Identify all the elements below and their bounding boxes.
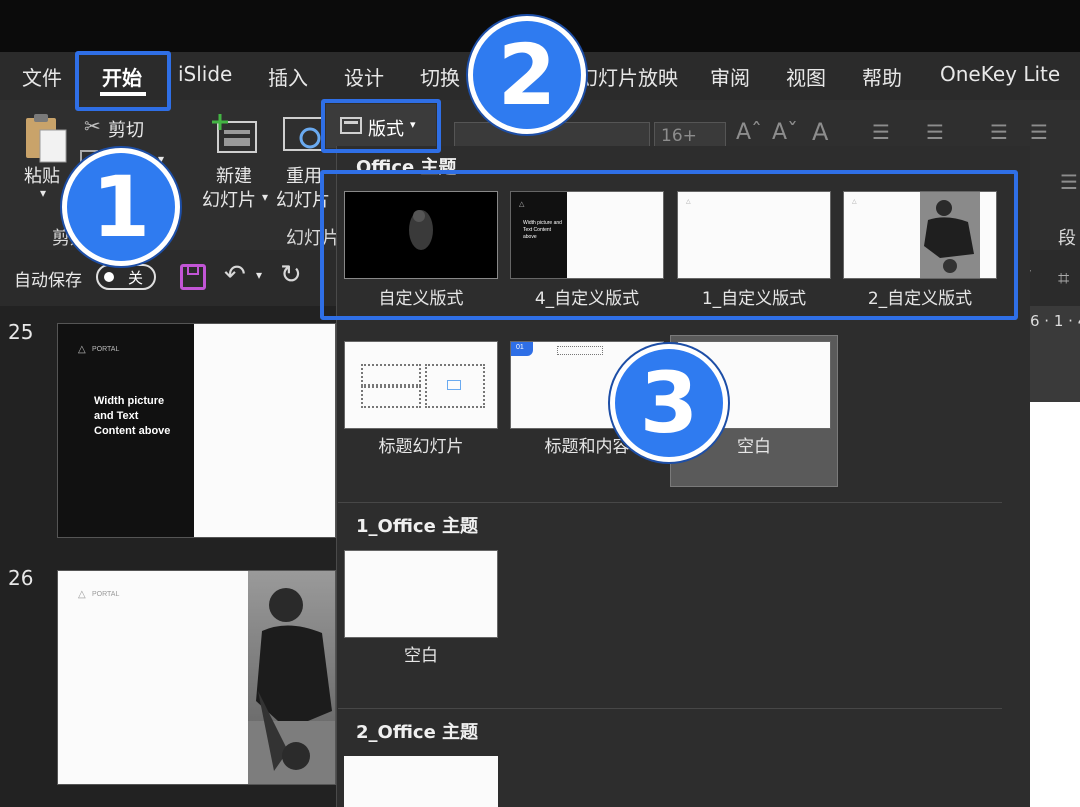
menu-transitions[interactable]: 切换 bbox=[420, 62, 460, 91]
layout-label: 标题幻灯片 bbox=[378, 437, 464, 457]
layout-blank-1[interactable] bbox=[344, 550, 498, 638]
menu-help[interactable]: 帮助 bbox=[862, 62, 902, 91]
portal-logo-text: PORTAL bbox=[92, 346, 120, 353]
paragraph-group-label: 段 bbox=[1058, 228, 1076, 249]
editor-slide-canvas[interactable] bbox=[1030, 402, 1080, 807]
increase-font-icon[interactable]: Aˆ bbox=[736, 120, 762, 145]
new-slide-chevron-icon[interactable]: ▾ bbox=[262, 190, 268, 204]
decrease-font-icon[interactable]: Aˇ bbox=[772, 120, 798, 145]
slide-number: 26 bbox=[8, 566, 34, 590]
undo-icon[interactable]: ↶ bbox=[224, 260, 246, 290]
columns-icon[interactable]: ☰ bbox=[1060, 170, 1078, 194]
mini-tag: 01 bbox=[516, 344, 524, 351]
slide-body-text: Width picture and Text Content above bbox=[94, 395, 171, 437]
toggle-state-label: 关 bbox=[128, 269, 144, 287]
section-divider bbox=[338, 502, 1002, 503]
undo-chevron-icon[interactable]: ▾ bbox=[256, 268, 262, 282]
step-badge-3: 3 bbox=[610, 344, 728, 462]
menu-slideshow[interactable]: 幻灯片放映 bbox=[578, 62, 678, 91]
layout-title-slide[interactable] bbox=[344, 341, 498, 429]
clear-format-icon[interactable]: A bbox=[812, 118, 828, 146]
autosave-label: 自动保存 bbox=[14, 271, 82, 291]
toggle-knob bbox=[104, 272, 114, 282]
slide-thumbnail-25[interactable]: △ PORTAL Width picture and Text Content … bbox=[57, 323, 336, 538]
numbering-icon[interactable]: ☰ bbox=[926, 120, 944, 144]
menu-islide[interactable]: iSlide bbox=[178, 62, 232, 86]
crop-icon[interactable]: ⌗ bbox=[1058, 266, 1069, 290]
menu-design[interactable]: 设计 bbox=[344, 62, 384, 91]
decrease-indent-icon[interactable]: ☰ bbox=[990, 120, 1008, 144]
font-size-value: 16+ bbox=[661, 126, 697, 146]
menu-insert[interactable]: 插入 bbox=[268, 62, 308, 91]
portal-logo-text: PORTAL bbox=[92, 591, 120, 598]
section-title-2-office-theme: 2_Office 主题 bbox=[356, 722, 479, 743]
new-slide-label-1[interactable]: 新建 bbox=[216, 162, 252, 188]
slide-number: 25 bbox=[8, 320, 34, 344]
paste-icon[interactable] bbox=[22, 112, 70, 164]
layout-partial-card[interactable] bbox=[344, 756, 498, 807]
new-slide-label-2[interactable]: 幻灯片 bbox=[202, 186, 256, 212]
font-size-box[interactable]: 16+ bbox=[654, 122, 726, 148]
menu-review[interactable]: 审阅 bbox=[710, 62, 750, 91]
autosave-toggle[interactable]: 关 bbox=[96, 264, 156, 290]
athlete-photo bbox=[248, 571, 335, 784]
paste-label[interactable]: 粘贴 bbox=[24, 162, 60, 188]
step-badge-1: 1 bbox=[62, 148, 180, 266]
layout-label: 空白 bbox=[404, 646, 438, 666]
highlight-home-tab bbox=[75, 51, 171, 111]
scissors-icon[interactable]: ✂ bbox=[84, 114, 101, 138]
reuse-slides-label-1[interactable]: 重用 bbox=[286, 162, 322, 188]
portal-logo-icon: △ bbox=[78, 344, 86, 355]
ruler-text: 6 · 1 · 4 bbox=[1030, 312, 1080, 330]
highlight-custom-layouts bbox=[320, 170, 1018, 320]
menu-file[interactable]: 文件 bbox=[22, 62, 62, 91]
new-slide-icon[interactable] bbox=[210, 112, 260, 156]
menu-view[interactable]: 视图 bbox=[786, 62, 826, 91]
portal-logo-icon: △ bbox=[78, 589, 86, 600]
save-icon[interactable] bbox=[180, 264, 206, 290]
slide-thumbnail-26[interactable]: △ PORTAL bbox=[57, 570, 336, 785]
bullets-icon[interactable]: ☰ bbox=[872, 120, 890, 144]
highlight-layout-button bbox=[321, 99, 441, 153]
increase-indent-icon[interactable]: ☰ bbox=[1030, 120, 1048, 144]
section-title-1-office-theme: 1_Office 主题 bbox=[356, 516, 479, 537]
redo-icon[interactable]: ↻ bbox=[280, 260, 302, 290]
menu-onekey-lite[interactable]: OneKey Lite bbox=[940, 62, 1060, 86]
step-badge-2: 2 bbox=[468, 16, 586, 134]
cut-label[interactable]: 剪切 bbox=[108, 116, 144, 142]
section-divider bbox=[338, 708, 1002, 709]
paste-chevron-icon[interactable]: ▾ bbox=[40, 186, 46, 200]
